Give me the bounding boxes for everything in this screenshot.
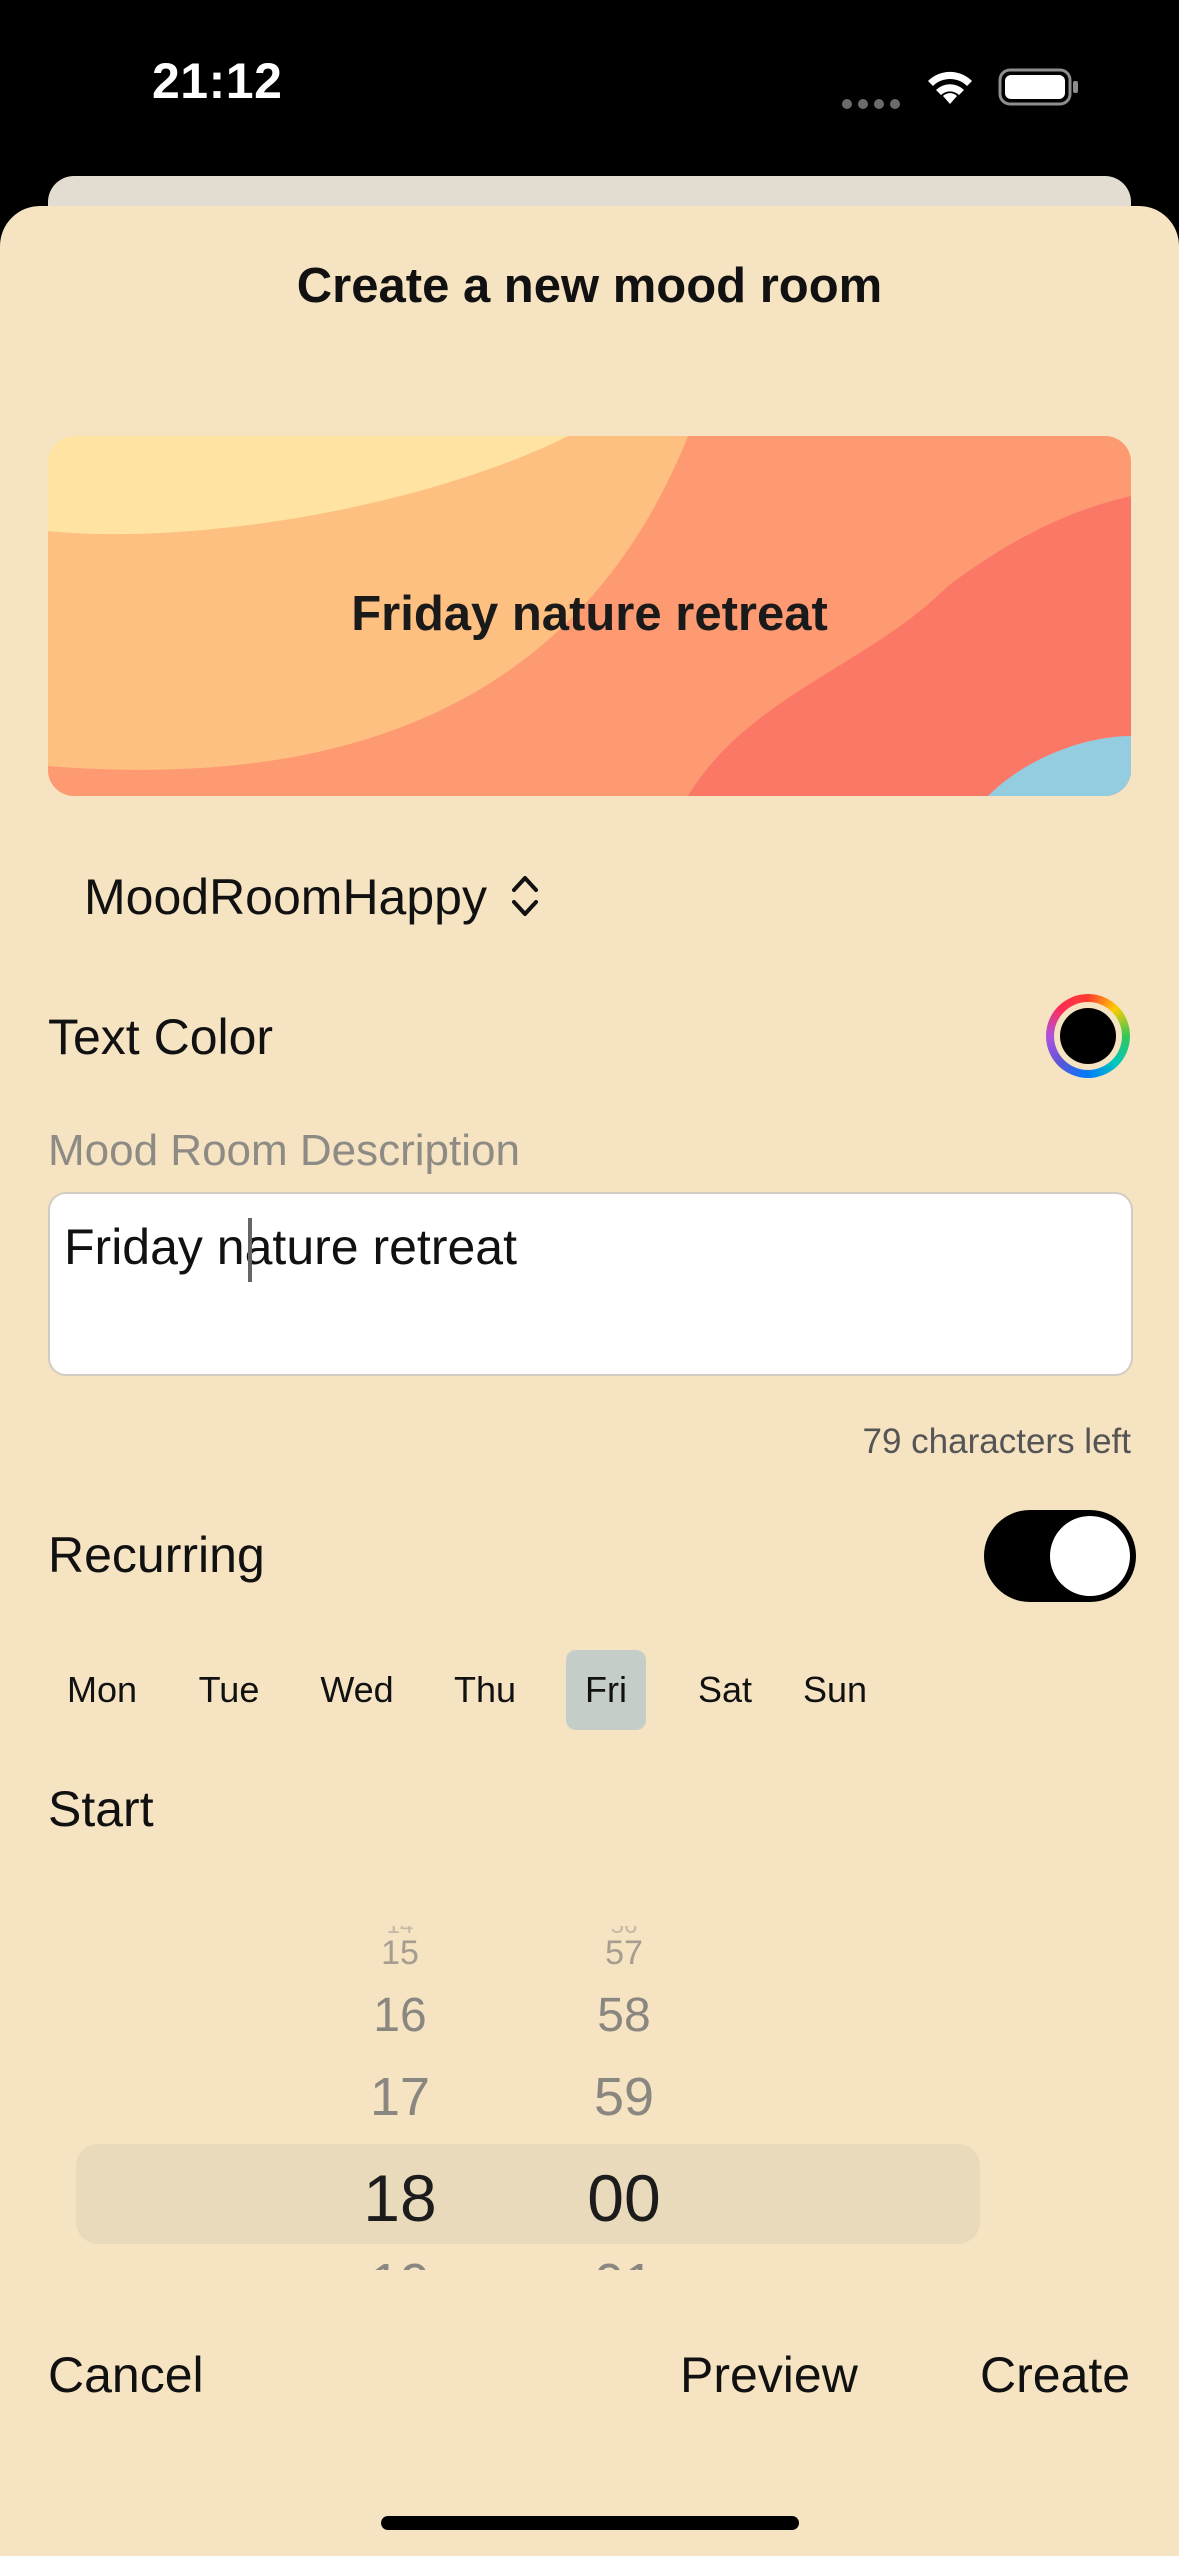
text-cursor	[248, 1218, 252, 1282]
text-color-label: Text Color	[48, 1009, 274, 1065]
banner-title: Friday nature retreat	[351, 587, 828, 641]
background-style-picker[interactable]: MoodRoomHappy	[84, 868, 487, 926]
text-color-well[interactable]	[1046, 994, 1130, 1078]
day-sun[interactable]: Sun	[780, 1650, 890, 1730]
start-label: Start	[48, 1781, 154, 1837]
minute-option: 57	[605, 1934, 643, 1972]
cancel-button[interactable]: Cancel	[48, 2346, 204, 2404]
day-wed[interactable]: Wed	[302, 1650, 412, 1730]
cellular-signal-icon	[842, 96, 906, 109]
description-text-area[interactable]: Friday nature retreat	[48, 1192, 1133, 1376]
hour-option: 19	[300, 2252, 500, 2270]
minute-wheel[interactable]: 56 57 58 59 00 01	[524, 1926, 724, 2270]
toggle-knob	[1050, 1516, 1130, 1596]
hour-wheel[interactable]: 14 15 16 17 18 19	[300, 1926, 500, 2270]
chevron-up-down-icon[interactable]	[510, 872, 540, 920]
minute-option: 58	[597, 1989, 651, 2042]
recurring-label: Recurring	[48, 1527, 265, 1583]
hour-option: 15	[381, 1934, 419, 1972]
hour-option: 17	[369, 2067, 431, 2127]
minute-selected: 00	[587, 2161, 661, 2235]
selected-color-swatch	[1060, 1008, 1116, 1064]
wifi-icon	[924, 66, 976, 106]
create-button[interactable]: Create	[980, 2346, 1130, 2404]
home-indicator[interactable]	[381, 2516, 799, 2530]
status-time: 21:12	[152, 53, 283, 109]
start-time-picker[interactable]: 14 15 16 17 18 19 56 57 58 59 00 01	[48, 1926, 1131, 2270]
day-thu[interactable]: Thu	[430, 1650, 540, 1730]
mood-room-preview-banner: Friday nature retreat	[48, 436, 1131, 796]
day-mon[interactable]: Mon	[48, 1650, 156, 1730]
day-sat[interactable]: Sat	[670, 1650, 780, 1730]
hour-selected: 18	[363, 2161, 437, 2235]
minute-option: 01	[524, 2252, 724, 2270]
description-label: Mood Room Description	[48, 1126, 520, 1175]
day-fri[interactable]: Fri	[566, 1650, 646, 1730]
hour-option: 16	[373, 1989, 427, 2042]
recurring-toggle[interactable]	[984, 1510, 1136, 1602]
battery-icon	[998, 68, 1080, 106]
description-value: Friday nature retreat	[64, 1219, 517, 1275]
day-tue[interactable]: Tue	[174, 1650, 284, 1730]
preview-button[interactable]: Preview	[680, 2346, 858, 2404]
sheet-title: Create a new mood room	[296, 259, 883, 313]
minute-option: 59	[593, 2067, 655, 2127]
characters-left-counter: 79 characters left	[862, 1422, 1131, 1461]
